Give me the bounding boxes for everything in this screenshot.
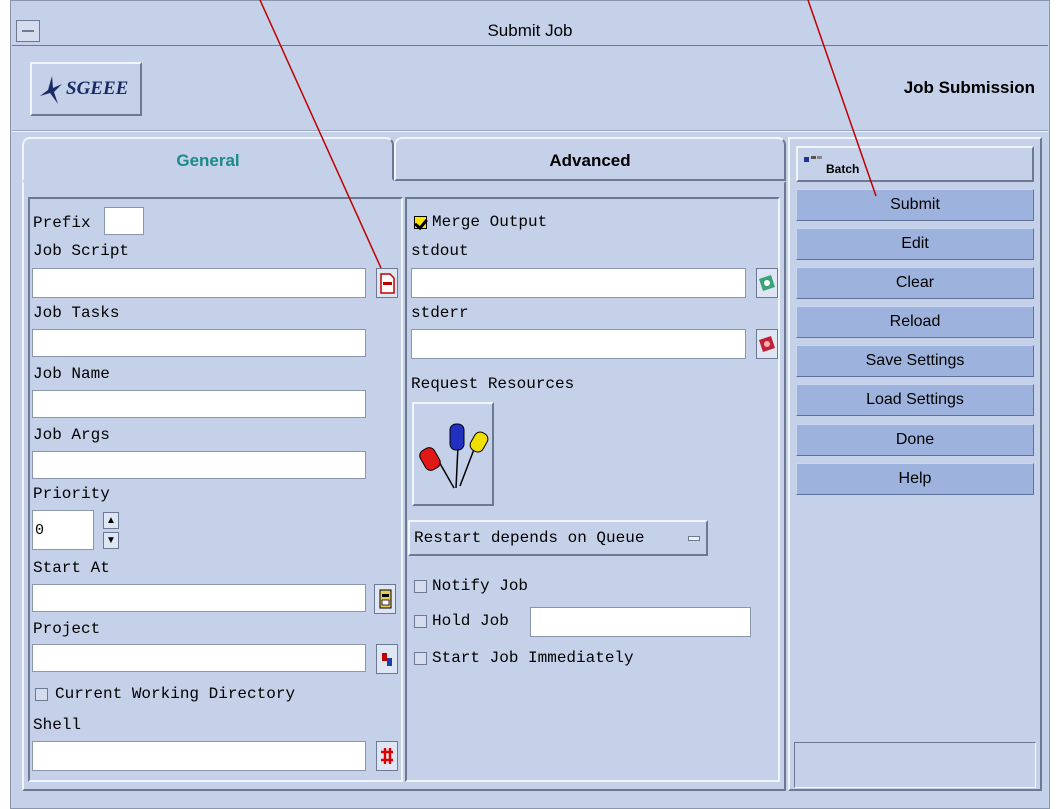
stdout-label: stdout <box>411 242 469 260</box>
stdout-icon <box>759 275 775 291</box>
hold-job-label: Hold Job <box>432 612 509 630</box>
prefix-input[interactable] <box>104 207 144 235</box>
job-args-input[interactable] <box>32 451 366 479</box>
stderr-browse-button[interactable] <box>756 329 778 359</box>
tab-general[interactable]: General <box>22 137 394 181</box>
stdout-input[interactable] <box>411 268 746 298</box>
job-script-browse-button[interactable] <box>376 268 398 298</box>
job-script-label: Job Script <box>33 242 130 260</box>
prefix-label: Prefix <box>33 214 91 232</box>
hold-job-input[interactable] <box>530 607 751 637</box>
sgeee-logo-icon <box>40 76 62 104</box>
start-immediately-label: Start Job Immediately <box>432 649 634 667</box>
title-bar: Submit Job <box>12 16 1048 46</box>
job-name-input[interactable] <box>32 390 366 418</box>
request-resources-label: Request Resources <box>411 375 575 393</box>
status-message-area <box>794 742 1036 788</box>
start-at-label: Start At <box>33 559 110 577</box>
shell-select-button[interactable] <box>376 741 398 771</box>
notify-job-checkbox[interactable] <box>414 580 427 593</box>
calendar-icon <box>379 589 392 609</box>
script-file-icon <box>380 273 395 294</box>
stdout-browse-button[interactable] <box>756 268 778 298</box>
project-select-button[interactable] <box>376 644 398 674</box>
tab-advanced[interactable]: Advanced <box>394 137 786 181</box>
priority-input[interactable] <box>32 510 94 550</box>
merge-output-checkbox[interactable] <box>414 216 427 229</box>
stderr-input[interactable] <box>411 329 746 359</box>
restart-option-menu[interactable]: Restart depends on Queue <box>408 520 708 556</box>
batch-mode-button[interactable]: Batch <box>796 146 1034 182</box>
clear-button[interactable]: Clear <box>796 267 1034 299</box>
project-label: Project <box>33 620 101 638</box>
batch-label: Batch <box>826 162 860 176</box>
job-name-label: Job Name <box>33 365 110 383</box>
request-resources-button[interactable] <box>412 402 494 506</box>
done-button[interactable]: Done <box>796 424 1034 456</box>
shell-input[interactable] <box>32 741 366 771</box>
cwd-checkbox[interactable] <box>35 688 48 701</box>
project-icon <box>382 653 392 666</box>
sgeee-logo-button[interactable]: SGEEE <box>30 62 142 116</box>
resources-icon <box>419 423 489 489</box>
reload-button[interactable]: Reload <box>796 306 1034 338</box>
priority-label: Priority <box>33 485 110 503</box>
start-at-input[interactable] <box>32 584 366 612</box>
shell-label: Shell <box>33 716 82 734</box>
job-tasks-label: Job Tasks <box>33 304 120 322</box>
batch-icon <box>804 156 822 162</box>
submit-button[interactable]: Submit <box>796 189 1034 221</box>
priority-decrement-button[interactable]: ▼ <box>103 532 119 549</box>
stderr-label: stderr <box>411 304 469 322</box>
project-input[interactable] <box>32 644 366 672</box>
section-title: Job Submission <box>903 78 1035 97</box>
option-menu-indicator-icon <box>688 536 700 541</box>
edit-button[interactable]: Edit <box>796 228 1034 260</box>
hold-job-checkbox[interactable] <box>414 615 427 628</box>
job-args-label: Job Args <box>33 426 110 444</box>
save-settings-button[interactable]: Save Settings <box>796 345 1034 377</box>
restart-option-label: Restart depends on Queue <box>414 529 645 547</box>
job-tasks-input[interactable] <box>32 329 366 357</box>
header-divider <box>12 130 1048 132</box>
job-script-input[interactable] <box>32 268 366 298</box>
start-immediately-checkbox[interactable] <box>414 652 427 665</box>
help-button[interactable]: Help <box>796 463 1034 495</box>
priority-increment-button[interactable]: ▲ <box>103 512 119 529</box>
cwd-label: Current Working Directory <box>55 685 296 703</box>
window-title: Submit Job <box>487 21 573 40</box>
shell-icon <box>381 748 393 764</box>
stderr-icon <box>759 336 775 352</box>
start-at-calendar-button[interactable] <box>374 584 396 614</box>
load-settings-button[interactable]: Load Settings <box>796 384 1034 416</box>
merge-output-label: Merge Output <box>432 213 548 231</box>
logo-text: SGEEE <box>66 78 129 99</box>
notify-job-label: Notify Job <box>432 577 529 595</box>
